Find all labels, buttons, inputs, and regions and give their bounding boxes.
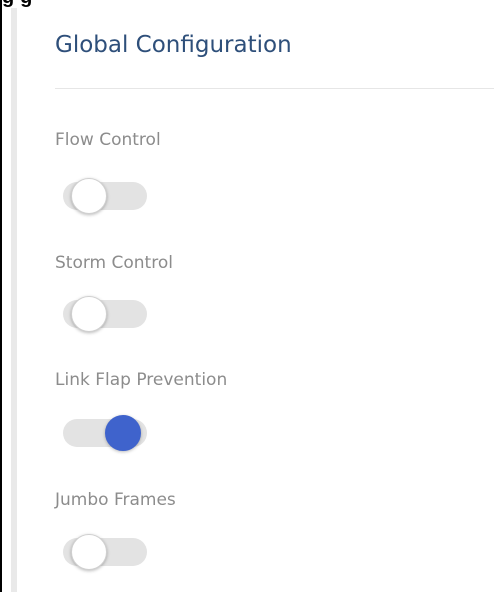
storm-control-toggle[interactable] xyxy=(63,296,147,332)
global-configuration-panel: Global Configuration Flow Control Storm … xyxy=(11,8,494,592)
panel-title: Global Configuration xyxy=(55,32,292,58)
toggle-knob xyxy=(105,415,141,451)
toggle-knob xyxy=(71,296,107,332)
page-frame: g g Global Configuration Flow Control St… xyxy=(0,0,494,592)
jumbo-frames-label: Jumbo Frames xyxy=(55,490,176,510)
toggle-knob xyxy=(71,178,107,214)
link-flap-prevention-toggle[interactable] xyxy=(63,415,147,451)
jumbo-frames-toggle[interactable] xyxy=(63,534,147,570)
link-flap-prevention-label: Link Flap Prevention xyxy=(55,370,228,390)
page-heading-cut: g g xyxy=(2,0,494,8)
toggle-knob xyxy=(71,534,107,570)
flow-control-toggle[interactable] xyxy=(63,178,147,214)
storm-control-label: Storm Control xyxy=(55,253,173,273)
flow-control-label: Flow Control xyxy=(55,130,161,150)
page-heading-text: g g xyxy=(2,0,33,8)
title-divider xyxy=(55,88,494,89)
